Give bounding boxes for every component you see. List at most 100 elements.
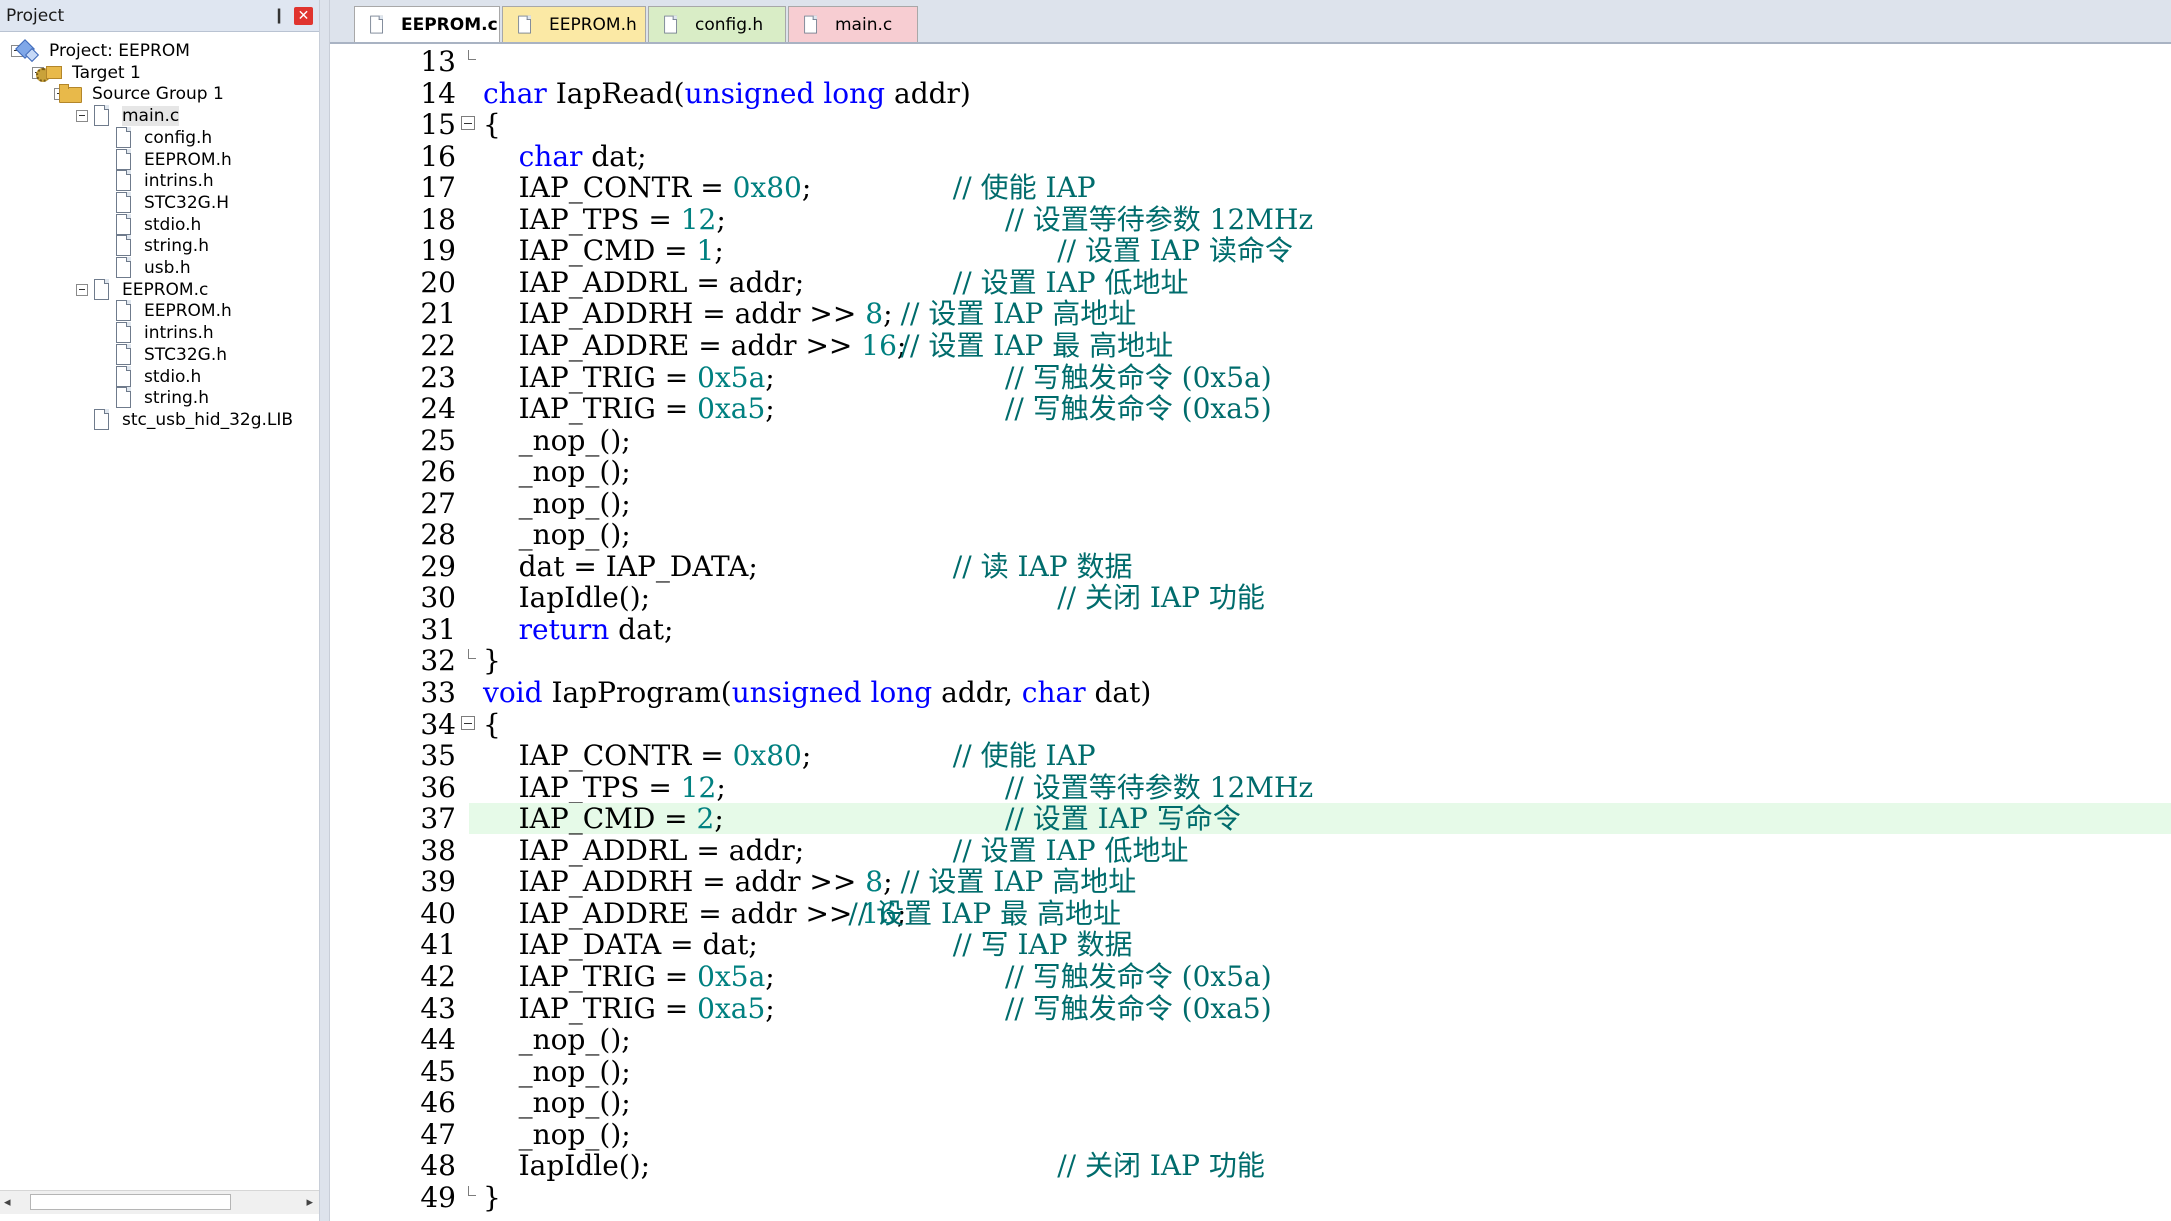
line-number: 24 <box>420 392 456 426</box>
code-line[interactable]: 39 IAP_ADDRH = addr >> 8;// 设置 IAP 高地址 <box>420 866 2171 897</box>
code-text: _nop_(); <box>483 1056 631 1087</box>
line-number: 23 <box>420 360 456 394</box>
line-number: 37 <box>420 802 456 836</box>
code-line[interactable]: 30 IapIdle(); // 关闭 IAP 功能 <box>420 582 2171 613</box>
line-number: 34 <box>420 707 456 741</box>
code-token: IAP_TRIG = <box>483 392 698 426</box>
code-area[interactable]: 13 14 char IapRead(unsigned long addr) 15{1… <box>420 44 2171 1221</box>
code-line[interactable]: 49} <box>420 1182 2171 1213</box>
fold-end-marker <box>468 649 476 660</box>
code-line[interactable]: 36 IAP_TPS = 12; // 设置等待参数 12MHz <box>420 772 2171 803</box>
code-token: IAP_ADDRH = addr >> <box>483 297 866 331</box>
code-line[interactable]: 21 IAP_ADDRH = addr >> 8;// 设置 IAP 高地址 <box>420 297 2171 331</box>
line-number: 29 <box>420 549 456 583</box>
tab-main-c[interactable]: main.c <box>788 6 918 42</box>
code-line[interactable]: 40 IAP_ADDRE = addr >> 16;// 设置 IAP 最 高地… <box>420 898 2171 929</box>
keyword-token: void <box>483 676 543 709</box>
scroll-left-arrow-icon[interactable]: ◂ <box>4 1195 11 1210</box>
code-line[interactable]: 31 return dat; <box>420 614 2171 645</box>
code-text: _nop_(); <box>483 425 631 456</box>
line-number: 28 <box>420 518 456 552</box>
code-token: IAP_CONTR = <box>483 171 733 205</box>
code-line[interactable]: 15 { <box>420 109 2171 140</box>
line-number: 14 <box>420 76 456 110</box>
line-number: 46 <box>420 1086 456 1120</box>
code-comment: // 写触发命令 (0xa5) <box>1005 991 1272 1025</box>
code-line[interactable]: 47 _nop_(); <box>420 1119 2171 1150</box>
close-icon[interactable]: ✕ <box>294 7 313 25</box>
line-number: 44 <box>420 1023 456 1057</box>
number-token: 16 <box>861 328 897 362</box>
code-text: IAP_TRIG = 0xa5; <box>483 393 775 424</box>
code-token: ; <box>714 802 724 836</box>
code-comment: // 设置 IAP 低地址 <box>952 265 1189 299</box>
code-line[interactable]: 23 IAP_TRIG = 0x5a; // 写触发命令 (0x5a) <box>420 360 2171 394</box>
code-line[interactable]: 46 _nop_(); <box>420 1087 2171 1118</box>
code-line[interactable]: 29 dat = IAP_DATA; // 读 IAP 数据 <box>420 551 2171 582</box>
code-line[interactable]: 35 IAP_CONTR = 0x80; // 使能 IAP <box>420 739 2171 773</box>
code-line[interactable]: 26 _nop_(); <box>420 456 2171 487</box>
tab-eeprom-h[interactable]: EEPROM.h <box>502 6 646 42</box>
code-token: IAP_TRIG = <box>483 959 698 993</box>
code-line[interactable]: 16 char dat; <box>420 139 2171 173</box>
code-line[interactable]: 17 IAP_CONTR = 0x80; // 使能 IAP <box>420 171 2171 205</box>
tree-item[interactable]: stc_usb_hid_32g.LIB <box>92 405 293 435</box>
code-line[interactable]: 13 <box>420 46 2171 77</box>
code-line[interactable]: 42 IAP_TRIG = 0x5a; // 写触发命令 (0x5a) <box>420 959 2171 993</box>
line-number: 30 <box>420 581 456 615</box>
code-line[interactable]: 43 IAP_TRIG = 0xa5; // 写触发命令 (0xa5) <box>420 991 2171 1025</box>
tab-config-h[interactable]: config.h <box>648 6 786 42</box>
code-line[interactable]: 24 IAP_TRIG = 0xa5; // 写触发命令 (0xa5) <box>420 393 2171 424</box>
code-text: { <box>483 109 501 140</box>
panel-splitter[interactable] <box>319 0 330 1221</box>
number-token: 0x5a <box>697 360 766 394</box>
code-line[interactable]: 48 IapIdle(); // 关闭 IAP 功能 <box>420 1150 2171 1181</box>
tab-eeprom-c[interactable]: EEPROM.c <box>354 6 500 42</box>
code-line[interactable]: 18 IAP_TPS = 12; // 设置等待参数 12MHz <box>420 204 2171 235</box>
scroll-right-arrow-icon[interactable]: ▸ <box>306 1195 313 1210</box>
fold-end-marker <box>468 1185 476 1196</box>
code-line[interactable]: 32} <box>420 645 2171 676</box>
fold-collapse-icon[interactable] <box>461 116 475 131</box>
code-line[interactable]: 34 { <box>420 709 2171 740</box>
line-number: 39 <box>420 865 456 899</box>
code-line[interactable]: 14 char IapRead(unsigned long addr) <box>420 78 2171 109</box>
collapse-toggle-icon[interactable] <box>76 110 88 123</box>
file-icon <box>663 14 680 34</box>
editor-tab-bar: EEPROM.c EEPROM.h config.h main.c <box>330 0 2171 44</box>
code-token: ; <box>765 991 775 1025</box>
keyword-token: char <box>518 139 583 173</box>
code-token: ; <box>765 360 775 394</box>
horizontal-scrollbar[interactable]: ◂ ▸ <box>0 1190 319 1214</box>
code-editor[interactable]: 13 14 char IapRead(unsigned long addr) 15{1… <box>330 44 2171 1221</box>
code-line[interactable]: 37 IAP_CMD = 2; // 设置 IAP 写命令 <box>420 802 2171 836</box>
code-line[interactable]: 45 _nop_(); <box>420 1056 2171 1087</box>
code-line[interactable]: 22 IAP_ADDRE = addr >> 16;// 设置 IAP 最 高地… <box>420 328 2171 362</box>
scrollbar-thumb[interactable] <box>30 1194 231 1210</box>
code-line[interactable]: 33 void IapProgram(unsigned long addr, ch… <box>420 676 2171 709</box>
code-text: IapIdle(); <box>483 1150 650 1181</box>
code-text: IAP_TPS = 12; <box>483 204 726 235</box>
code-token: ; <box>716 202 726 236</box>
line-number: 16 <box>420 139 456 173</box>
project-tree: Project: EEPROM Target 1 Source Group 1 mai… <box>0 36 319 1186</box>
number-token: 0x80 <box>732 171 802 205</box>
file-icon <box>92 408 112 432</box>
code-line[interactable]: 38 IAP_ADDRL = addr; // 设置 IAP 低地址 <box>420 835 2171 866</box>
code-text: IAP_ADDRL = addr; <box>483 835 805 866</box>
code-line[interactable]: 20 IAP_ADDRL = addr; // 设置 IAP 低地址 <box>420 265 2171 299</box>
line-number: 41 <box>420 928 456 962</box>
number-token: 0x80 <box>732 739 802 773</box>
code-line[interactable]: 28 _nop_(); <box>420 519 2171 550</box>
code-line[interactable]: 44 _nop_(); <box>420 1024 2171 1055</box>
code-line[interactable]: 25 _nop_(); <box>420 425 2171 456</box>
code-line[interactable]: 41 IAP_DATA = dat; // 写 IAP 数据 <box>420 929 2171 960</box>
collapse-toggle-icon[interactable] <box>76 283 88 296</box>
pin-icon[interactable]: ❙ <box>272 6 286 24</box>
fold-collapse-icon[interactable] <box>461 715 475 730</box>
code-line[interactable]: 19 IAP_CMD = 1; // 设置 IAP 读命令 <box>420 234 2171 268</box>
number-token: 1 <box>696 234 715 268</box>
code-line[interactable]: 27 _nop_(); <box>420 488 2171 519</box>
code-token: IapProgram( <box>542 676 732 709</box>
project-panel-title: Project <box>6 6 65 26</box>
